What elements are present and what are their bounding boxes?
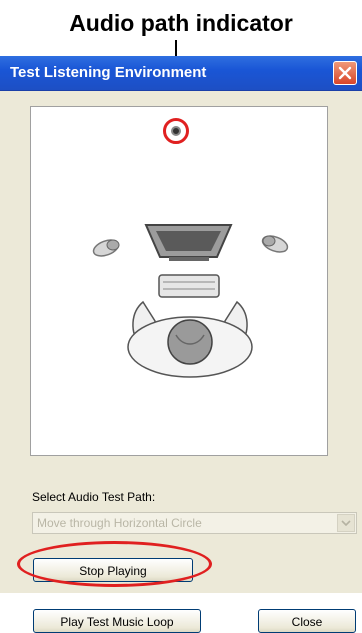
- select-audio-test-path-label: Select Audio Test Path:: [32, 490, 156, 504]
- indicator-dot: [171, 126, 181, 136]
- audio-path-indicator-icon: [163, 118, 189, 144]
- close-icon[interactable]: [333, 61, 357, 85]
- callout-title: Audio path indicator: [69, 10, 293, 36]
- listener-icon: [127, 300, 253, 378]
- left-speaker-icon: [92, 239, 120, 257]
- listening-visualization: [30, 106, 328, 456]
- chevron-down-icon[interactable]: [337, 514, 355, 532]
- monitor-icon: [144, 224, 233, 261]
- titlebar: Test Listening Environment: [0, 56, 362, 91]
- audio-test-path-select[interactable]: Move through Horizontal Circle: [32, 512, 357, 534]
- keyboard-icon: [158, 274, 220, 298]
- close-button[interactable]: Close: [258, 609, 356, 633]
- play-loop-highlight: [17, 541, 212, 587]
- audio-test-path-value: Move through Horizontal Circle: [37, 516, 202, 530]
- play-test-music-loop-button[interactable]: Play Test Music Loop: [33, 609, 201, 633]
- window-title: Test Listening Environment: [10, 64, 207, 81]
- right-speaker-icon: [261, 235, 289, 253]
